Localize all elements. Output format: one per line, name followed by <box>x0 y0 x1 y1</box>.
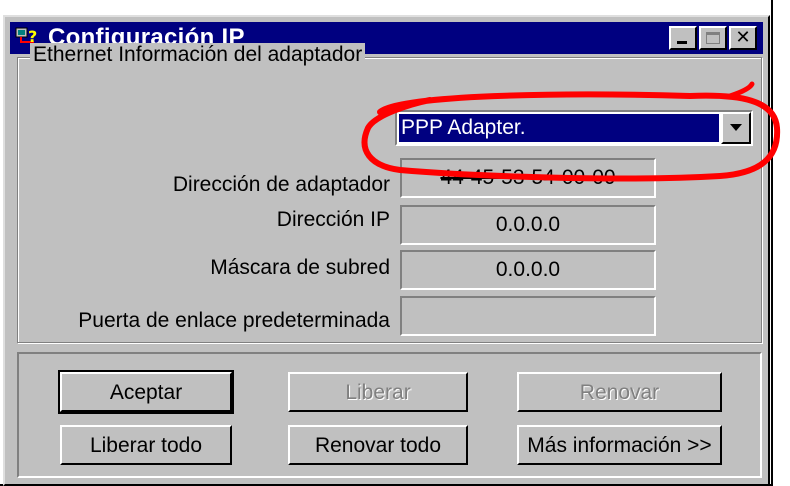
mas-informacion-button[interactable]: Más información >> <box>517 425 722 465</box>
renovar-todo-button[interactable]: Renovar todo <box>288 425 468 465</box>
adapter-address-field: 44-45-53-54-00-00 <box>400 158 656 198</box>
aceptar-button[interactable]: Aceptar <box>58 370 234 414</box>
ip-address-value: 0.0.0.0 <box>495 213 561 236</box>
liberar-todo-button[interactable]: Liberar todo <box>60 425 232 465</box>
default-gateway-label: Puerta de enlace predeterminada <box>78 309 390 332</box>
dropdown-arrow-button[interactable] <box>721 112 751 144</box>
ip-address-label: Dirección IP <box>276 208 390 231</box>
group-legend: Ethernet Información del adaptador <box>30 43 366 67</box>
ip-address-field: 0.0.0.0 <box>400 205 656 245</box>
adapter-address-label: Dirección de adaptador <box>172 173 390 196</box>
default-gateway-field <box>400 296 656 336</box>
maximize-button[interactable] <box>699 26 727 50</box>
close-icon: ✕ <box>735 27 751 48</box>
minimize-icon <box>677 41 687 44</box>
chevron-down-icon <box>730 124 742 131</box>
liberar-button[interactable]: Liberar <box>288 372 468 412</box>
renovar-button[interactable]: Renovar <box>517 372 722 412</box>
maximize-icon <box>706 32 720 44</box>
subnet-mask-label: Máscara de subred <box>210 256 390 279</box>
subnet-mask-field: 0.0.0.0 <box>400 250 656 290</box>
adapter-dropdown[interactable]: PPP Adapter. <box>395 110 753 146</box>
adapter-dropdown-value: PPP Adapter. <box>399 114 719 142</box>
adapter-address-value: 44-45-53-54-00-00 <box>440 166 616 189</box>
subnet-mask-value: 0.0.0.0 <box>495 258 561 281</box>
close-button[interactable]: ✕ <box>729 26 757 50</box>
minimize-button[interactable] <box>669 26 697 50</box>
